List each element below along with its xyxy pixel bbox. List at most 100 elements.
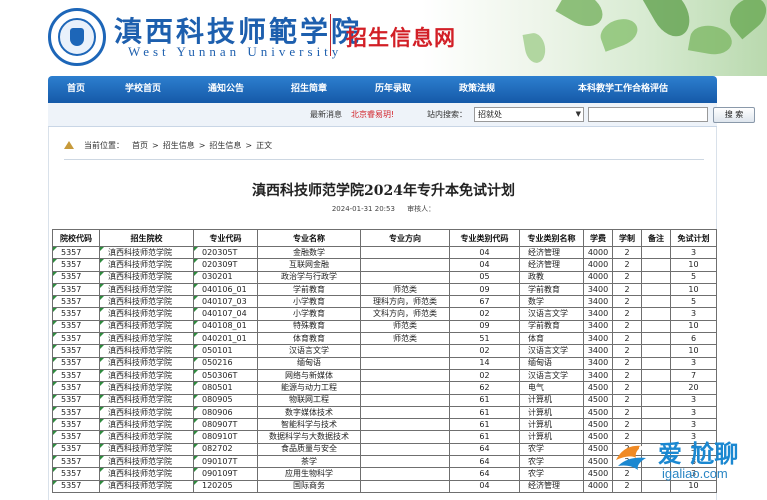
table-cell: 4500 <box>583 467 613 481</box>
search-button[interactable]: 搜 索 <box>713 107 755 123</box>
table-cell: 5357 <box>52 295 100 309</box>
table-cell <box>641 405 671 420</box>
table-cell: 3 <box>670 393 717 407</box>
table-cell: 4500 <box>583 381 613 395</box>
table-cell: 5357 <box>52 270 100 284</box>
table-cell <box>360 442 450 457</box>
breadcrumb-admission-info[interactable]: 招生信息 <box>163 141 195 150</box>
nav-admission-guide[interactable]: 招生简章 <box>276 76 342 103</box>
table-cell: 02 <box>449 344 520 358</box>
table-cell: 080907T <box>193 418 258 432</box>
table-cell: 080906 <box>193 405 258 420</box>
table-cell: 汉语言文学 <box>257 344 361 358</box>
table-cell: 3 <box>670 245 717 260</box>
table-cell: 茶学 <box>257 455 361 469</box>
table-cell: 3 <box>670 418 717 432</box>
table-cell: 汉语言文学 <box>519 344 584 358</box>
table-cell: 滇西科技师范学院 <box>99 479 194 493</box>
table-cell: 3 <box>670 356 717 370</box>
table-cell: 2 <box>612 332 642 346</box>
table-cell: 滇西科技师范学院 <box>99 418 194 432</box>
table-cell: 5357 <box>52 467 100 481</box>
table-cell: 3400 <box>583 344 613 358</box>
table-cell: 20 <box>670 381 717 395</box>
table-cell: 2 <box>612 418 642 432</box>
table-row: 5357 滇西科技师范学院 040201_01 体育教育 师范类 51 体育 3400 2 6 <box>52 332 717 346</box>
table-cell: 09 <box>449 319 520 334</box>
table-cell <box>360 270 450 284</box>
table-cell: 080910T <box>193 430 258 444</box>
table-cell: 120205 <box>193 479 258 493</box>
table-cell: 滇西科技师范学院 <box>99 332 194 346</box>
main-nav: 首页 学校首页 通知公告 招生简章 历年录取 政策法规 本科教学工作合格评估 <box>48 76 717 103</box>
table-cell: 04 <box>449 479 520 493</box>
site-title[interactable]: 招生信息网 <box>346 22 456 52</box>
table-cell: 09 <box>449 282 520 297</box>
nav-policies[interactable]: 政策法规 <box>444 76 510 103</box>
table-cell <box>360 368 450 383</box>
table-cell: 10 <box>670 258 717 272</box>
table-cell: 数据科学与大数据技术 <box>257 430 361 444</box>
table-cell <box>641 418 671 432</box>
table-cell: 缅甸语 <box>519 356 584 370</box>
table-row: 5357 滇西科技师范学院 050306T 网络与新媒体 02 汉语言文学 3400 2 7 <box>52 368 717 383</box>
table-cell: 4000 <box>583 479 613 493</box>
table-cell: 5357 <box>52 344 100 358</box>
table-cell: 050101 <box>193 344 258 358</box>
watermark-brand: 爱 尬聊 <box>658 440 739 468</box>
table-cell: 2 <box>612 282 642 297</box>
table-cell <box>641 332 671 346</box>
table-cell: 5357 <box>52 245 100 260</box>
table-cell <box>360 344 450 358</box>
table-cell: 2 <box>612 245 642 260</box>
search-input[interactable] <box>588 107 708 122</box>
site-header: 滇西科技师範学院 West Yunnan University 招生信息网 <box>0 0 767 76</box>
nav-teaching-evaluation[interactable]: 本科教学工作合格评估 <box>548 76 698 103</box>
breadcrumb-home[interactable]: 首页 <box>132 141 148 150</box>
table-cell: 计算机 <box>519 393 584 407</box>
table-cell: 14 <box>449 356 520 370</box>
publish-date: 2024-01-31 20:53 <box>331 205 395 213</box>
article-title: 滇西科技师范学院2024年专升本免试计划 <box>252 183 515 199</box>
site-watermark: 爱 尬聊 igaliao.com <box>612 432 762 496</box>
table-cell: 政教 <box>519 270 584 284</box>
table-cell: 3400 <box>583 356 613 370</box>
breadcrumb-current: 正文 <box>256 141 273 150</box>
table-cell: 滇西科技师范学院 <box>99 258 194 272</box>
table-cell: 62 <box>449 381 520 395</box>
table-cell: 经济管理 <box>519 245 584 260</box>
school-logo-icon[interactable] <box>48 8 106 66</box>
breadcrumb-admission-info-sub[interactable]: 招生信息 <box>209 141 241 150</box>
table-cell <box>360 258 450 272</box>
table-cell: 应用生物科学 <box>257 467 361 481</box>
table-cell: 5357 <box>52 418 100 432</box>
nav-home[interactable]: 首页 <box>48 76 104 103</box>
table-cell: 2 <box>612 368 642 383</box>
column-header: 专业名称 <box>257 229 361 247</box>
table-cell: 2 <box>612 344 642 358</box>
latest-news-link[interactable]: 北京睿易玥! <box>351 109 394 120</box>
nav-school-home[interactable]: 学校首页 <box>110 76 176 103</box>
search-scope-select[interactable]: 招就处 ▼ <box>474 107 584 122</box>
table-cell: 5 <box>670 295 717 309</box>
table-cell: 5 <box>670 270 717 284</box>
table-cell: 3 <box>670 405 717 420</box>
leaf-decoration <box>522 31 548 65</box>
nav-notices[interactable]: 通知公告 <box>193 76 259 103</box>
table-cell: 030201 <box>193 270 258 284</box>
table-cell: 小学教育 <box>257 295 361 309</box>
nav-past-admissions[interactable]: 历年录取 <box>360 76 426 103</box>
table-cell: 5357 <box>52 307 100 321</box>
table-cell: 05 <box>449 270 520 284</box>
leaf-decoration <box>555 0 609 33</box>
table-cell: 农学 <box>519 442 584 457</box>
table-cell: 师范类 <box>360 332 450 346</box>
bird-logo-icon <box>616 445 646 470</box>
table-cell: 082702 <box>193 442 258 457</box>
table-cell: 体育 <box>519 332 584 346</box>
search-bar: 最新消息 北京睿易玥! 站内搜索： 招就处 ▼ 搜 索 <box>48 103 755 127</box>
table-cell <box>360 467 450 481</box>
table-cell: 050216 <box>193 356 258 370</box>
table-cell: 050306T <box>193 368 258 383</box>
table-cell: 4000 <box>583 258 613 272</box>
